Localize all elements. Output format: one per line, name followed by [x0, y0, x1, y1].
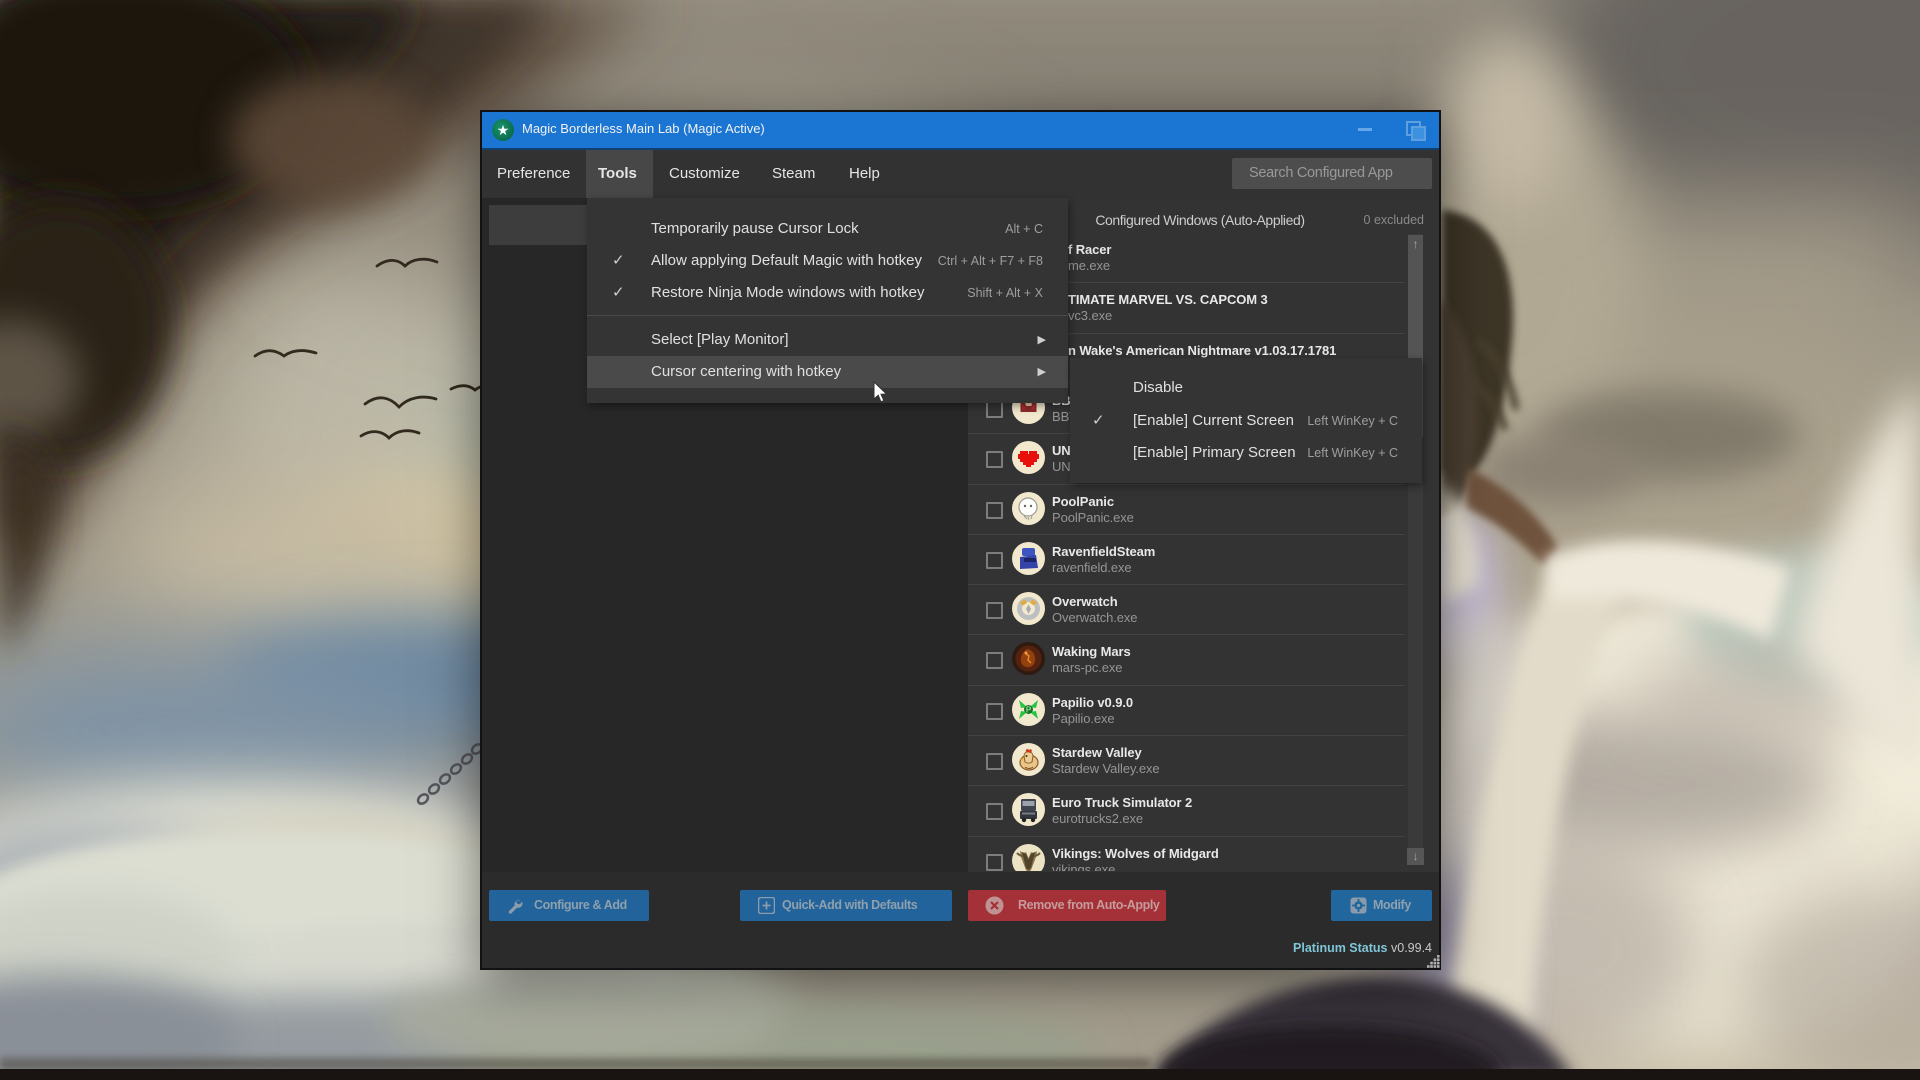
svg-text:P: P	[1026, 706, 1031, 715]
